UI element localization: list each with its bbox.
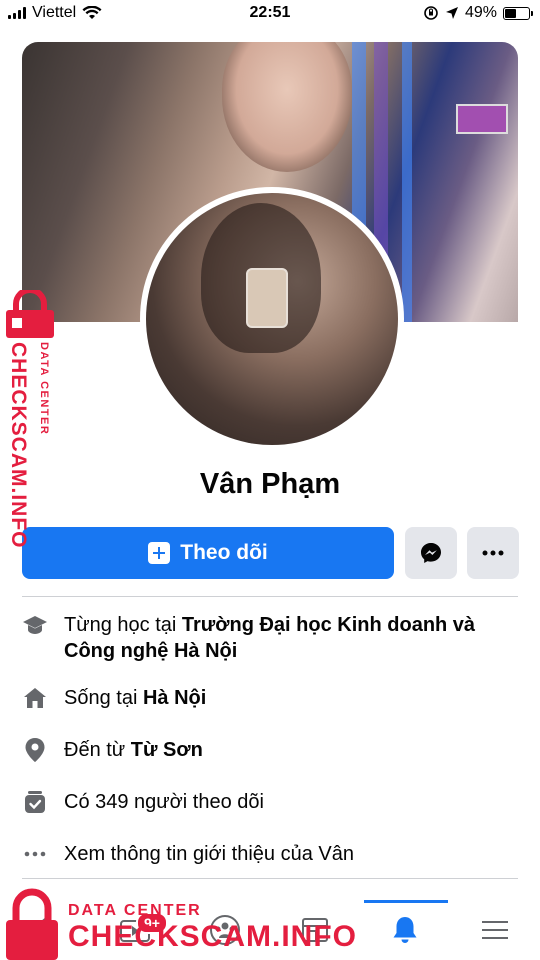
- lives-in-text: Sống tại Hà Nội: [64, 685, 206, 711]
- watermark-side-subtitle: DATA CENTER: [38, 342, 50, 436]
- follow-label: Theo dõi: [180, 541, 268, 564]
- education-prefix: Từng học tại: [64, 614, 182, 636]
- info-lives-in[interactable]: Sống tại Hà Nội: [22, 685, 518, 711]
- followers-text: Có 349 người theo dõi: [64, 791, 264, 813]
- cover-sign: [456, 104, 508, 134]
- info-from[interactable]: Đến từ Từ Sơn: [22, 737, 518, 763]
- watermark-bottom-subtitle: DATA CENTER: [68, 902, 202, 919]
- follow-plus-icon: [148, 542, 171, 564]
- graduation-cap-icon: [22, 612, 48, 638]
- orientation-lock-icon: [424, 6, 438, 20]
- info-followers[interactable]: Có 349 người theo dõi: [22, 789, 518, 815]
- profile-picture[interactable]: [140, 187, 404, 451]
- hamburger-menu-icon: [482, 921, 508, 939]
- info-education[interactable]: Từng học tại Trường Đại học Kinh doanh v…: [22, 612, 518, 664]
- education-text: Từng học tại Trường Đại học Kinh doanh v…: [64, 612, 518, 664]
- battery-level: [505, 8, 517, 18]
- status-bar: Viettel 22:51 49%: [0, 0, 540, 30]
- status-right: 49%: [423, 4, 533, 22]
- avatar-image: [146, 193, 398, 445]
- lives-place: Hà Nội: [142, 687, 207, 709]
- location-pin-icon: [22, 737, 48, 763]
- see-about-text: Xem thông tin giới thiệu của Vân: [64, 843, 354, 865]
- home-icon: [22, 685, 48, 711]
- tab-menu[interactable]: [450, 900, 540, 960]
- watermark-bottom-brand: CHECKSCAM.INFO: [68, 920, 357, 953]
- from-place: Từ Sơn: [130, 739, 203, 761]
- more-options-button[interactable]: [467, 527, 519, 579]
- more-horizontal-icon: [22, 841, 48, 867]
- divider: [22, 596, 518, 597]
- messenger-button[interactable]: [405, 527, 457, 579]
- from-prefix: Đến từ: [64, 739, 131, 761]
- bell-icon: [393, 917, 417, 943]
- divider-bottom: [22, 878, 518, 879]
- tab-notifications[interactable]: [360, 900, 450, 960]
- messenger-icon: [421, 543, 441, 563]
- location-arrow-icon: [445, 7, 458, 19]
- battery-percent: 49%: [464, 4, 497, 21]
- cover-subject: [222, 42, 352, 172]
- lives-prefix: Sống tại: [64, 687, 143, 709]
- battery-icon: [503, 6, 533, 20]
- watermark-lock-icon-bottom: [6, 888, 58, 960]
- profile-name: Vân Phạm: [199, 468, 341, 500]
- more-dots-icon: [482, 550, 504, 556]
- watermark-side-brand: CHECKSCAM.INFO: [7, 342, 30, 549]
- info-see-about[interactable]: Xem thông tin giới thiệu của Vân: [22, 841, 518, 867]
- follow-button[interactable]: Theo dõi: [22, 527, 394, 579]
- followers-icon: [22, 789, 48, 815]
- from-text: Đến từ Từ Sơn: [64, 737, 203, 763]
- watermark-lock-icon: [6, 290, 54, 338]
